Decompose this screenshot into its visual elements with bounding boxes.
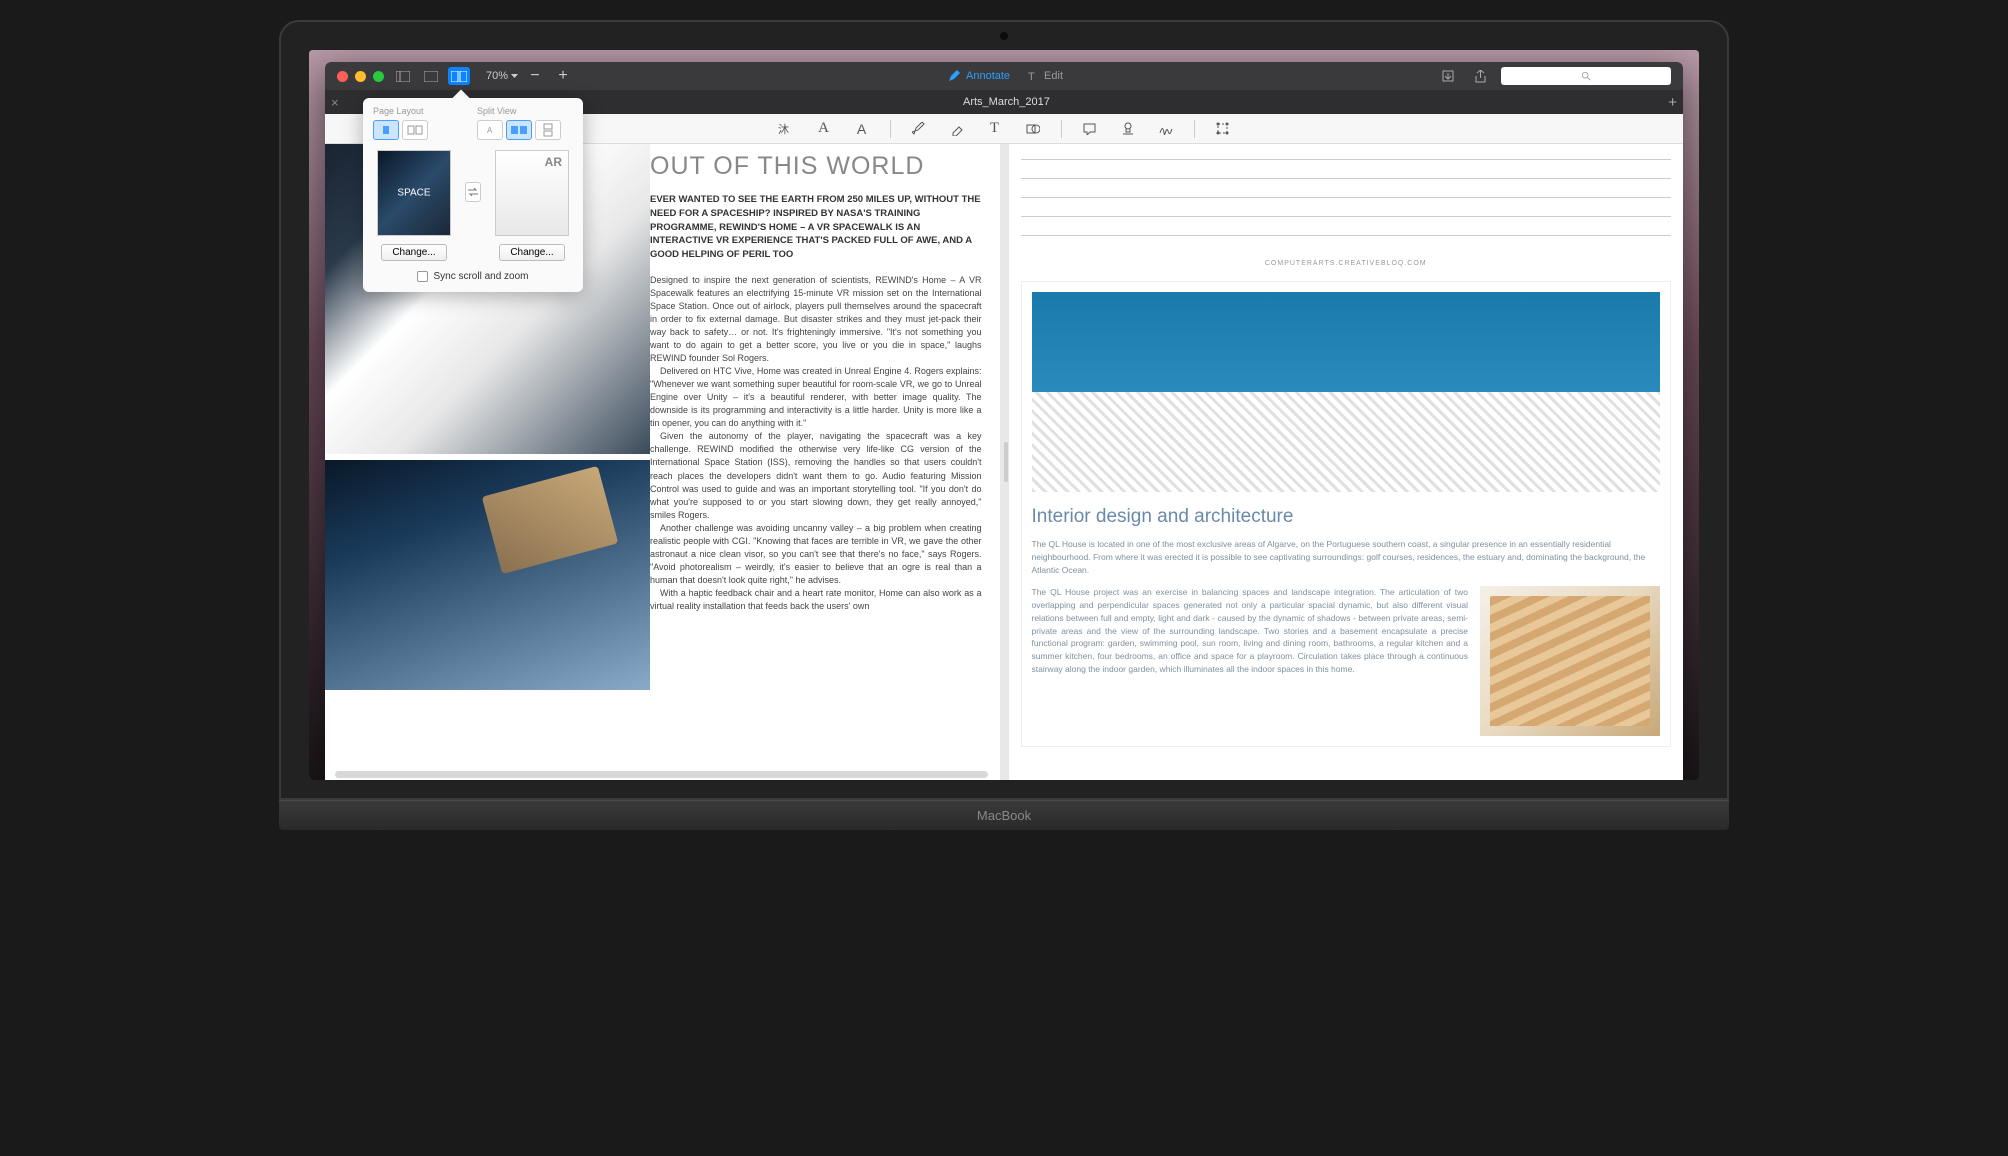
sync-scroll-option[interactable]: Sync scroll and zoom [373, 271, 573, 282]
stamp-icon[interactable] [1118, 119, 1138, 139]
staircase-photo [1480, 586, 1660, 736]
right-article-intro: The QL House is located in one of the mo… [1032, 538, 1661, 576]
minimize-window-button[interactable] [355, 71, 366, 82]
left-thumb-image [377, 150, 451, 236]
pencil-icon[interactable] [909, 119, 929, 139]
edit-mode-button[interactable]: T Edit [1028, 70, 1063, 82]
tab-add-button[interactable]: + [1668, 94, 1677, 111]
camera [1000, 32, 1008, 40]
svg-text:沐: 沐 [778, 123, 789, 135]
iss-earth-image [325, 460, 650, 690]
architecture-hero-photo [1032, 292, 1661, 492]
swap-documents-button[interactable] [465, 182, 481, 202]
split-vertical-option[interactable] [535, 120, 561, 140]
right-document-page: COMPUTERARTS.CREATIVEBLOQ.COM Interior d… [1009, 144, 1684, 747]
right-thumb-image [495, 150, 569, 236]
page-view-icon[interactable] [420, 67, 442, 85]
text-tool-icon[interactable]: T [985, 119, 1005, 139]
font-serif-icon[interactable]: A [814, 119, 834, 139]
annotate-mode-button[interactable]: Annotate [948, 70, 1010, 82]
signature-icon[interactable] [1156, 119, 1176, 139]
svg-text:T: T [1028, 71, 1035, 82]
split-single-option[interactable]: A [477, 120, 503, 140]
change-left-button[interactable]: Change... [381, 244, 446, 261]
left-document-thumb: Change... [373, 150, 455, 261]
close-window-button[interactable] [337, 71, 348, 82]
right-article-body: The QL House project was an exercise in … [1032, 586, 1469, 736]
shape-icon[interactable] [1023, 119, 1043, 139]
right-document-thumb: Change... [491, 150, 573, 261]
sync-checkbox[interactable] [417, 271, 428, 282]
font-sans-icon[interactable]: A [852, 119, 872, 139]
screen: 70% − + Annotate T Edit [309, 50, 1699, 780]
split-horizontal-option[interactable] [506, 120, 532, 140]
screen-bezel: 70% − + Annotate T Edit [279, 20, 1729, 800]
text-style-icon[interactable]: 沐 [776, 119, 796, 139]
import-icon[interactable] [1437, 67, 1459, 85]
share-icon[interactable] [1469, 67, 1491, 85]
page-layout-label: Page Layout [373, 106, 469, 116]
macbook-base: MacBook [279, 800, 1729, 830]
layout-single-option[interactable] [373, 120, 399, 140]
note-icon[interactable] [1080, 119, 1100, 139]
window-controls [337, 71, 384, 82]
article-title: OUT OF THIS WORLD [650, 152, 982, 181]
app-window: 70% − + Annotate T Edit [325, 62, 1683, 780]
titlebar: 70% − + Annotate T Edit [325, 62, 1683, 90]
zoom-level[interactable]: 70% [486, 70, 518, 82]
macbook-frame: 70% − + Annotate T Edit [279, 20, 1729, 830]
zoom-out-button[interactable]: − [524, 67, 546, 85]
article-intro: EVER WANTED TO SEE THE EARTH FROM 250 MI… [650, 193, 982, 262]
article-body: Designed to inspire the next generation … [650, 274, 982, 613]
architecture-elevation-drawing [1021, 144, 1672, 254]
article-column: OUT OF THIS WORLD EVER WANTED TO SEE THE… [650, 144, 1000, 690]
fullscreen-window-button[interactable] [373, 71, 384, 82]
eraser-icon[interactable] [947, 119, 967, 139]
zoom-in-button[interactable]: + [552, 67, 574, 85]
tab-close-button[interactable]: × [331, 95, 339, 110]
sidebar-toggle-icon[interactable] [392, 67, 414, 85]
right-pane[interactable]: COMPUTERARTS.CREATIVEBLOQ.COM Interior d… [1009, 144, 1684, 780]
layout-facing-option[interactable] [402, 120, 428, 140]
horizontal-scrollbar[interactable] [335, 771, 988, 778]
view-options-popover: Page Layout Split View A [363, 98, 583, 292]
right-article-title: Interior design and architecture [1032, 506, 1661, 528]
page-source-caption: COMPUTERARTS.CREATIVEBLOQ.COM [1021, 260, 1672, 267]
split-view-icon[interactable] [448, 67, 470, 85]
search-input[interactable] [1501, 67, 1671, 85]
selection-icon[interactable] [1213, 119, 1233, 139]
split-view-label: Split View [477, 106, 573, 116]
change-right-button[interactable]: Change... [499, 244, 564, 261]
svg-text:A: A [487, 126, 493, 135]
